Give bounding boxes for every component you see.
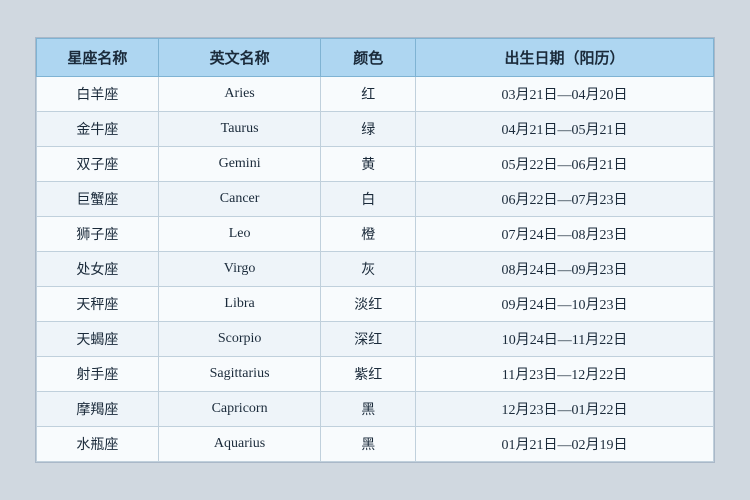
- cell-english: Cancer: [158, 182, 320, 217]
- cell-chinese: 摩羯座: [37, 392, 159, 427]
- cell-chinese: 天秤座: [37, 287, 159, 322]
- cell-date: 09月24日—10月23日: [416, 287, 714, 322]
- cell-color: 紫红: [321, 357, 416, 392]
- cell-color: 淡红: [321, 287, 416, 322]
- cell-english: Capricorn: [158, 392, 320, 427]
- cell-english: Aries: [158, 77, 320, 112]
- zodiac-table-container: 星座名称 英文名称 颜色 出生日期（阳历） 白羊座Aries红03月21日—04…: [35, 37, 715, 463]
- table-row: 射手座Sagittarius紫红11月23日—12月22日: [37, 357, 714, 392]
- cell-chinese: 双子座: [37, 147, 159, 182]
- cell-chinese: 白羊座: [37, 77, 159, 112]
- table-row: 摩羯座Capricorn黑12月23日—01月22日: [37, 392, 714, 427]
- cell-date: 06月22日—07月23日: [416, 182, 714, 217]
- cell-color: 灰: [321, 252, 416, 287]
- header-english: 英文名称: [158, 39, 320, 77]
- table-row: 天秤座Libra淡红09月24日—10月23日: [37, 287, 714, 322]
- cell-english: Aquarius: [158, 427, 320, 462]
- table-row: 狮子座Leo橙07月24日—08月23日: [37, 217, 714, 252]
- cell-chinese: 射手座: [37, 357, 159, 392]
- table-row: 天蝎座Scorpio深红10月24日—11月22日: [37, 322, 714, 357]
- cell-date: 10月24日—11月22日: [416, 322, 714, 357]
- cell-color: 黄: [321, 147, 416, 182]
- cell-date: 08月24日—09月23日: [416, 252, 714, 287]
- cell-color: 黑: [321, 392, 416, 427]
- cell-color: 红: [321, 77, 416, 112]
- cell-color: 黑: [321, 427, 416, 462]
- cell-date: 12月23日—01月22日: [416, 392, 714, 427]
- cell-color: 深红: [321, 322, 416, 357]
- table-row: 巨蟹座Cancer白06月22日—07月23日: [37, 182, 714, 217]
- cell-english: Scorpio: [158, 322, 320, 357]
- header-chinese: 星座名称: [37, 39, 159, 77]
- table-row: 双子座Gemini黄05月22日—06月21日: [37, 147, 714, 182]
- cell-english: Leo: [158, 217, 320, 252]
- cell-date: 05月22日—06月21日: [416, 147, 714, 182]
- table-row: 白羊座Aries红03月21日—04月20日: [37, 77, 714, 112]
- cell-english: Gemini: [158, 147, 320, 182]
- cell-chinese: 巨蟹座: [37, 182, 159, 217]
- cell-date: 07月24日—08月23日: [416, 217, 714, 252]
- cell-chinese: 处女座: [37, 252, 159, 287]
- cell-chinese: 水瓶座: [37, 427, 159, 462]
- table-body: 白羊座Aries红03月21日—04月20日金牛座Taurus绿04月21日—0…: [37, 77, 714, 462]
- table-row: 处女座Virgo灰08月24日—09月23日: [37, 252, 714, 287]
- cell-date: 11月23日—12月22日: [416, 357, 714, 392]
- cell-english: Sagittarius: [158, 357, 320, 392]
- cell-chinese: 天蝎座: [37, 322, 159, 357]
- cell-chinese: 狮子座: [37, 217, 159, 252]
- cell-color: 绿: [321, 112, 416, 147]
- cell-chinese: 金牛座: [37, 112, 159, 147]
- cell-date: 04月21日—05月21日: [416, 112, 714, 147]
- zodiac-table: 星座名称 英文名称 颜色 出生日期（阳历） 白羊座Aries红03月21日—04…: [36, 38, 714, 462]
- cell-english: Taurus: [158, 112, 320, 147]
- header-date: 出生日期（阳历）: [416, 39, 714, 77]
- table-row: 水瓶座Aquarius黑01月21日—02月19日: [37, 427, 714, 462]
- cell-color: 白: [321, 182, 416, 217]
- cell-date: 03月21日—04月20日: [416, 77, 714, 112]
- cell-color: 橙: [321, 217, 416, 252]
- cell-date: 01月21日—02月19日: [416, 427, 714, 462]
- header-color: 颜色: [321, 39, 416, 77]
- cell-english: Virgo: [158, 252, 320, 287]
- table-row: 金牛座Taurus绿04月21日—05月21日: [37, 112, 714, 147]
- table-header-row: 星座名称 英文名称 颜色 出生日期（阳历）: [37, 39, 714, 77]
- cell-english: Libra: [158, 287, 320, 322]
